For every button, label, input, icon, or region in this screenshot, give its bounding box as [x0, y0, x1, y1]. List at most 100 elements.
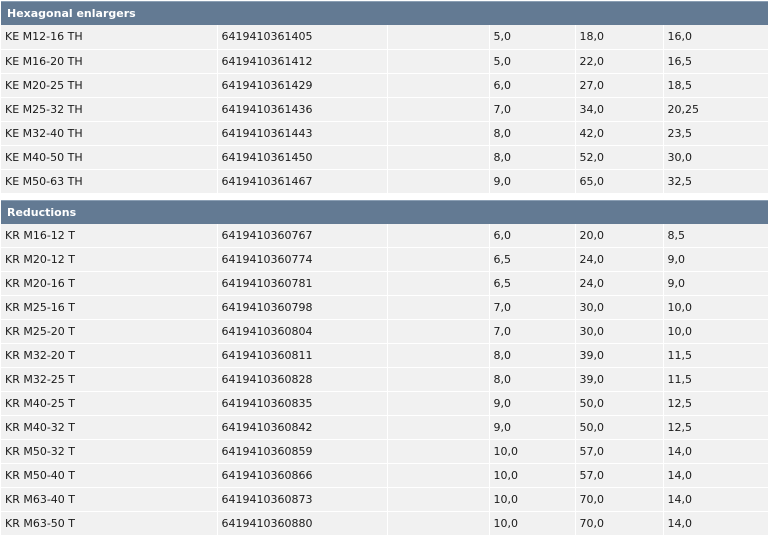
value-a-cell: 9,0: [489, 391, 576, 416]
value-b-cell: 42,0: [575, 121, 664, 146]
empty-cell: [387, 121, 490, 146]
value-b-cell: 27,0: [575, 73, 664, 98]
value-c-cell: 20,25: [663, 97, 768, 122]
ean-code-cell: 6419410360842: [217, 415, 388, 440]
value-b-cell: 20,0: [575, 223, 664, 248]
ean-code-cell: 6419410360866: [217, 463, 388, 488]
section-title: Hexagonal enlargers: [1, 1, 768, 25]
empty-cell: [387, 271, 490, 296]
value-a-cell: 8,0: [489, 343, 576, 368]
value-a-cell: 10,0: [489, 439, 576, 464]
value-a-cell: 8,0: [489, 367, 576, 392]
value-a-cell: 9,0: [489, 169, 576, 194]
product-code-cell: KR M32-25 T: [1, 367, 218, 392]
table-row: KE M16-20 TH 6419410361412 5,0 22,0 16,5: [1, 49, 768, 74]
empty-cell: [387, 247, 490, 272]
value-c-cell: 14,0: [663, 511, 768, 536]
ean-code-cell: 6419410361412: [217, 49, 388, 74]
empty-cell: [387, 97, 490, 122]
ean-code-cell: 6419410361443: [217, 121, 388, 146]
table-row: KR M40-25 T 6419410360835 9,0 50,0 12,5: [1, 391, 768, 416]
product-code-cell: KE M40-50 TH: [1, 145, 218, 170]
value-a-cell: 7,0: [489, 97, 576, 122]
ean-code-cell: 6419410360828: [217, 367, 388, 392]
ean-code-cell: 6419410360873: [217, 487, 388, 512]
product-code-cell: KR M40-32 T: [1, 415, 218, 440]
empty-cell: [387, 49, 490, 74]
table-body: KR M16-12 T 6419410360767 6,0 20,0 8,5 KR M20…: [1, 223, 768, 536]
ean-code-cell: 6419410360767: [217, 223, 388, 248]
product-code-cell: KR M32-20 T: [1, 343, 218, 368]
section-title: Reductions: [1, 199, 768, 224]
value-a-cell: 5,0: [489, 25, 576, 50]
ean-code-cell: 6419410360880: [217, 511, 388, 536]
value-b-cell: 30,0: [575, 295, 664, 320]
product-code-cell: KE M16-20 TH: [1, 49, 218, 74]
value-b-cell: 24,0: [575, 271, 664, 296]
value-b-cell: 70,0: [575, 487, 664, 512]
ean-code-cell: 6419410361429: [217, 73, 388, 98]
value-c-cell: 14,0: [663, 487, 768, 512]
product-code-cell: KR M25-16 T: [1, 295, 218, 320]
empty-cell: [387, 73, 490, 98]
table-body: KE M12-16 TH 6419410361405 5,0 18,0 16,0 KE M…: [1, 25, 768, 194]
table-row: KE M25-32 TH 6419410361436 7,0 34,0 20,25: [1, 97, 768, 122]
value-b-cell: 50,0: [575, 415, 664, 440]
ean-code-cell: 6419410360859: [217, 439, 388, 464]
product-code-cell: KR M40-25 T: [1, 391, 218, 416]
value-c-cell: 14,0: [663, 463, 768, 488]
table-row: KR M63-50 T 6419410360880 10,0 70,0 14,0: [1, 511, 768, 536]
section-hexagonal-enlargers: Hexagonal enlargers KE M12-16 TH 64194103…: [1, 1, 768, 194]
ean-code-cell: 6419410361450: [217, 145, 388, 170]
value-a-cell: 8,0: [489, 121, 576, 146]
value-c-cell: 9,0: [663, 271, 768, 296]
value-c-cell: 32,5: [663, 169, 768, 194]
empty-cell: [387, 25, 490, 50]
value-b-cell: 18,0: [575, 25, 664, 50]
table-row: KE M32-40 TH 6419410361443 8,0 42,0 23,5: [1, 121, 768, 146]
value-a-cell: 10,0: [489, 511, 576, 536]
value-c-cell: 14,0: [663, 439, 768, 464]
empty-cell: [387, 343, 490, 368]
product-code-cell: KR M63-50 T: [1, 511, 218, 536]
table-row: KR M32-25 T 6419410360828 8,0 39,0 11,5: [1, 367, 768, 392]
ean-code-cell: 6419410360804: [217, 319, 388, 344]
empty-cell: [387, 487, 490, 512]
product-code-cell: KR M50-40 T: [1, 463, 218, 488]
empty-cell: [387, 223, 490, 248]
empty-cell: [387, 463, 490, 488]
table-row: KR M63-40 T 6419410360873 10,0 70,0 14,0: [1, 487, 768, 512]
value-b-cell: 65,0: [575, 169, 664, 194]
value-b-cell: 50,0: [575, 391, 664, 416]
value-a-cell: 9,0: [489, 415, 576, 440]
value-c-cell: 18,5: [663, 73, 768, 98]
product-code-cell: KE M32-40 TH: [1, 121, 218, 146]
value-c-cell: 23,5: [663, 121, 768, 146]
table-row: KE M12-16 TH 6419410361405 5,0 18,0 16,0: [1, 25, 768, 50]
table-row: KR M20-12 T 6419410360774 6,5 24,0 9,0: [1, 247, 768, 272]
value-b-cell: 22,0: [575, 49, 664, 74]
table-row: KR M25-16 T 6419410360798 7,0 30,0 10,0: [1, 295, 768, 320]
ean-code-cell: 6419410360798: [217, 295, 388, 320]
table-row: KR M25-20 T 6419410360804 7,0 30,0 10,0: [1, 319, 768, 344]
section-reductions: Reductions KR M16-12 T 6419410360767 6,0 20…: [1, 199, 768, 536]
ean-code-cell: 6419410361467: [217, 169, 388, 194]
product-code-cell: KR M25-20 T: [1, 319, 218, 344]
value-c-cell: 12,5: [663, 391, 768, 416]
value-b-cell: 57,0: [575, 439, 664, 464]
product-page: Hexagonal enlargers KE M12-16 TH 64194103…: [0, 0, 769, 538]
value-b-cell: 52,0: [575, 145, 664, 170]
value-a-cell: 6,0: [489, 223, 576, 248]
value-a-cell: 8,0: [489, 145, 576, 170]
value-b-cell: 70,0: [575, 511, 664, 536]
value-b-cell: 57,0: [575, 463, 664, 488]
value-b-cell: 39,0: [575, 343, 664, 368]
value-c-cell: 11,5: [663, 343, 768, 368]
empty-cell: [387, 319, 490, 344]
product-code-cell: KE M12-16 TH: [1, 25, 218, 50]
ean-code-cell: 6419410360811: [217, 343, 388, 368]
empty-cell: [387, 391, 490, 416]
table-row: KE M50-63 TH 6419410361467 9,0 65,0 32,5: [1, 169, 768, 194]
value-b-cell: 39,0: [575, 367, 664, 392]
product-code-cell: KE M20-25 TH: [1, 73, 218, 98]
